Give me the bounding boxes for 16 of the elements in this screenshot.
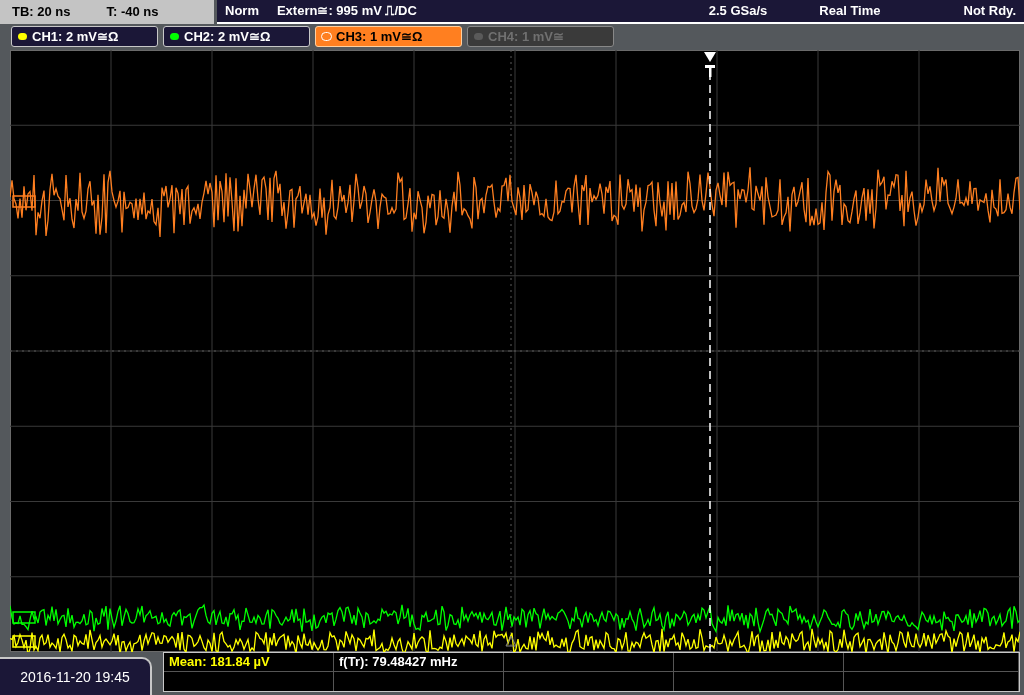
timebase-label: TB: 20 ns xyxy=(12,3,71,22)
trigger-marker-icon[interactable] xyxy=(704,52,716,77)
sample-rate-label: 2.5 GSa/s xyxy=(708,2,768,21)
trigger-mode-label: Norm xyxy=(225,2,259,21)
trigger-source-label: Extern≅: 995 mV ⎍/DC xyxy=(276,2,417,21)
trigger-position-icon[interactable] xyxy=(505,635,517,647)
measurement-value: Mean: 181.84 µV xyxy=(169,653,270,672)
measurement-value: f(Tr): 79.48427 mHz xyxy=(339,653,458,672)
status-label: Not Rdy. xyxy=(963,2,1016,21)
channel-marker-icon[interactable] xyxy=(12,195,36,208)
trigger-time-label: T: -40 ns xyxy=(106,3,159,22)
acquisition-mode-label: Real Time xyxy=(819,2,881,21)
date-time-label: 2016-11-20 19:45 xyxy=(20,667,130,687)
channel-tab[interactable]: CH1: 2 mV≅Ω xyxy=(11,26,158,47)
channel-tab[interactable]: CH3: 1 mV≅Ω xyxy=(315,26,462,47)
channel-tab[interactable]: CH2: 2 mV≅Ω xyxy=(163,26,310,47)
